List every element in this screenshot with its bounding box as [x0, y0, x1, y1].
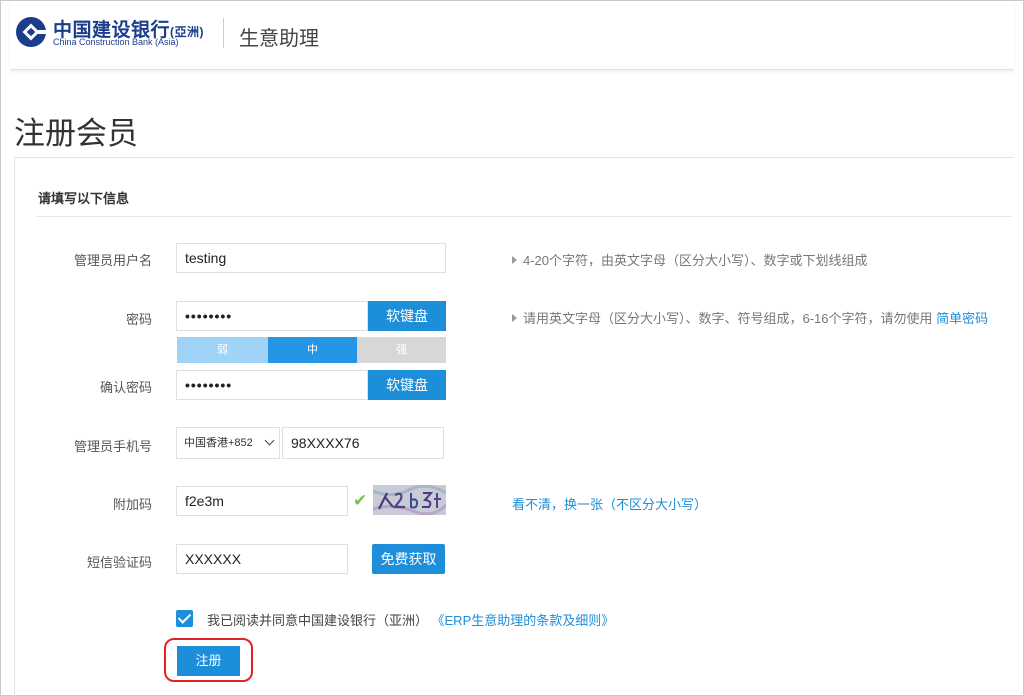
- section-title: 请填写以下信息: [38, 191, 130, 206]
- captcha-input[interactable]: f2e3m: [176, 486, 348, 516]
- terms-link[interactable]: 《ERP生意助理的条款及细则》: [438, 613, 614, 628]
- country-code-select[interactable]: 中国香港+852: [176, 427, 280, 459]
- bank-name-en: China Construction Bank (Asia): [53, 37, 179, 47]
- strength-strong: 强: [357, 337, 446, 363]
- confirm-keyboard-button[interactable]: 软键盘: [368, 370, 446, 400]
- captcha-refresh-link[interactable]: 看不清，换一张（不区分大小写）: [512, 494, 707, 513]
- captcha-label: 附加码: [112, 497, 152, 512]
- agreement-text: 我已阅读并同意中国建设银行（亚洲） 《ERP生意助理的条款及细则》: [207, 613, 615, 628]
- hint-arrow-icon: [512, 256, 517, 264]
- confirm-password-input[interactable]: ••••••••: [176, 370, 368, 400]
- register-submit-button[interactable]: 注册: [177, 646, 240, 676]
- confirm-password-label: 确认密码: [99, 380, 152, 395]
- password-input[interactable]: ••••••••: [176, 301, 368, 331]
- username-hint: 4-20个字符，由英文字母（区分大小写）、数字或下划线组成: [512, 250, 868, 269]
- password-label: 密码: [125, 312, 152, 327]
- strength-weak: 弱: [177, 337, 268, 363]
- simple-password-link[interactable]: 简单密码: [936, 311, 988, 326]
- username-label: 管理员用户名: [73, 253, 152, 268]
- get-sms-code-button[interactable]: 免费获取: [372, 544, 445, 574]
- password-hint: 请用英文字母（区分大小写）、数字、符号组成，6-16个字符，请勿使用 简单密码: [512, 308, 988, 327]
- password-keyboard-button[interactable]: 软键盘: [368, 301, 446, 331]
- strength-medium: 中: [268, 337, 357, 363]
- site-header: 中国建设银行(亞洲) China Construction Bank (Asia…: [10, 0, 1014, 70]
- phone-label: 管理员手机号: [73, 439, 152, 454]
- hint-arrow-icon: [512, 314, 517, 322]
- app-title: 生意助理: [239, 28, 319, 50]
- page-title: 注册会员: [14, 116, 138, 151]
- section-divider: [36, 216, 1012, 217]
- phone-input[interactable]: 98XXXX76: [282, 427, 444, 459]
- ccb-logo-icon: [16, 17, 47, 47]
- agreement-checkbox[interactable]: [176, 610, 193, 627]
- check-icon: ✔: [353, 491, 368, 510]
- captcha-image[interactable]: [373, 485, 446, 515]
- header-divider: [223, 18, 224, 48]
- sms-code-label: 短信验证码: [86, 555, 152, 570]
- sms-code-input[interactable]: XXXXXX: [176, 544, 348, 574]
- chevron-down-icon: [264, 435, 275, 446]
- username-input[interactable]: testing: [176, 243, 446, 273]
